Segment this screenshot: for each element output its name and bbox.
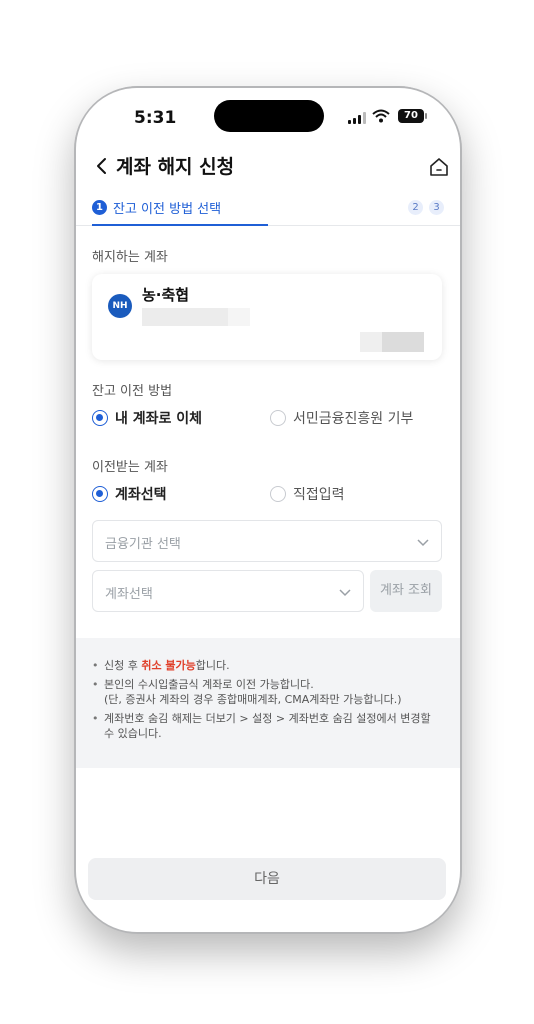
status-bar: 5:31 70 <box>76 88 460 144</box>
step-label: 잔고 이전 방법 선택 <box>113 202 222 217</box>
cellular-signal-icon <box>348 112 368 124</box>
status-time: 5:31 <box>134 108 177 128</box>
radio-transfer-to-my-account[interactable]: 내 계좌로 이체 <box>92 408 202 428</box>
masked-account-number <box>142 308 228 326</box>
receiving-account-options: 계좌선택 직접입력 <box>92 484 444 506</box>
step-progress-bar <box>92 224 268 226</box>
transfer-method-options: 내 계좌로 이체 서민금융진흥원 기부 <box>92 408 444 430</box>
step-number-2: 2 <box>408 200 423 215</box>
phone-screen: 5:31 70 계좌 해지 신청 1 잔고 이전 방법 선택 2 3 해지하는 … <box>76 88 460 932</box>
radio-donate[interactable]: 서민금융진흥원 기부 <box>270 408 413 428</box>
chevron-down-icon <box>417 539 429 547</box>
notice-warning: 취소 불가능 <box>141 659 196 672</box>
notice-box: 신청 후 취소 불가능합니다. 본인의 수시입출금식 계좌로 이전 가능합니다.… <box>76 638 460 768</box>
account-lookup-button[interactable]: 계좌 조회 <box>370 570 442 612</box>
page-title: 계좌 해지 신청 <box>116 156 235 178</box>
dynamic-island <box>214 100 324 132</box>
account-select[interactable]: 계좌선택 <box>92 570 364 612</box>
receiving-account-label: 이전받는 계좌 <box>92 460 168 475</box>
institution-select[interactable]: 금융기관 선택 <box>92 520 442 562</box>
masked-account-number-tail <box>228 308 250 326</box>
step-number-1: 1 <box>92 200 107 215</box>
next-button[interactable]: 다음 <box>88 858 446 900</box>
transfer-method-label: 잔고 이전 방법 <box>92 384 173 399</box>
home-icon[interactable] <box>428 156 450 178</box>
notice-item: 신청 후 취소 불가능합니다. <box>92 658 444 673</box>
radio-direct-input[interactable]: 직접입력 <box>270 484 345 504</box>
notice-item: 계좌번호 숨김 해제는 더보기 > 설정 > 계좌번호 숨김 설정에서 변경할 … <box>92 711 444 741</box>
closing-account-label: 해지하는 계좌 <box>92 250 168 265</box>
step-indicator: 1 잔고 이전 방법 선택 2 3 <box>76 192 460 226</box>
step-number-3: 3 <box>429 200 444 215</box>
wifi-icon <box>372 109 390 123</box>
chevron-down-icon <box>339 589 351 597</box>
radio-select-account[interactable]: 계좌선택 <box>92 484 167 504</box>
step-current: 1 잔고 이전 방법 선택 <box>92 198 221 217</box>
step-remaining: 2 3 <box>408 200 444 215</box>
bank-name: 농·축협 <box>142 286 190 304</box>
app-header: 계좌 해지 신청 <box>76 144 460 190</box>
battery-icon: 70 <box>398 109 427 123</box>
radio-selected-icon <box>92 486 108 502</box>
radio-unselected-icon <box>270 486 286 502</box>
nh-bank-logo-icon: NH <box>108 294 132 318</box>
radio-unselected-icon <box>270 410 286 426</box>
chevron-left-icon[interactable] <box>92 156 112 176</box>
radio-selected-icon <box>92 410 108 426</box>
masked-balance-head <box>360 332 382 352</box>
closing-account-card: NH 농·축협 <box>92 274 442 360</box>
notice-item: 본인의 수시입출금식 계좌로 이전 가능합니다.(단, 증권사 계좌의 경우 종… <box>92 677 444 707</box>
